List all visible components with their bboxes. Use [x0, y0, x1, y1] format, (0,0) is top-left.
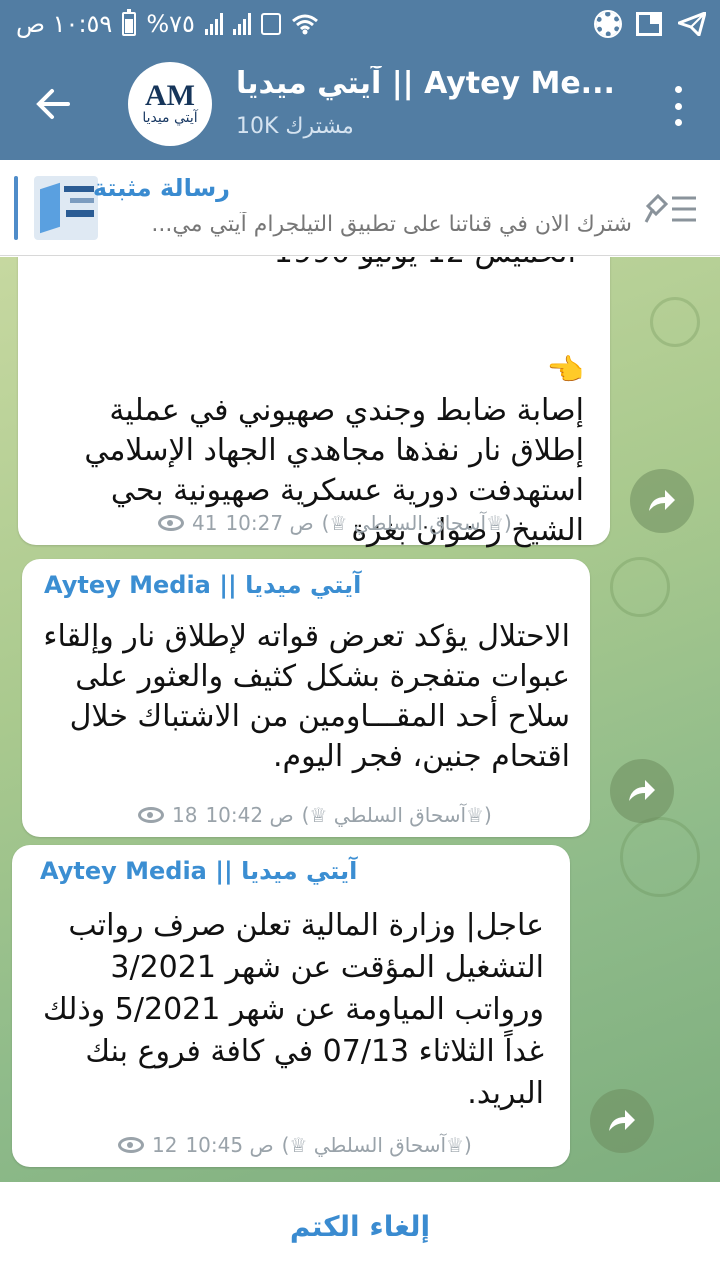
avatar-logo-text: AM [145, 79, 195, 112]
view-count: 18 [172, 803, 198, 827]
more-options-icon[interactable] [672, 86, 684, 126]
pinned-title: رسالة مثبتة [92, 174, 230, 202]
forward-button[interactable] [590, 1089, 654, 1153]
pinned-thumbnail [34, 176, 98, 240]
message-sender: Aytey Media || آيتي ميديا [44, 571, 362, 599]
message-sender: Aytey Media || آيتي ميديا [40, 857, 358, 885]
views-eye-icon [138, 807, 164, 823]
message-time: 10:27 ص [225, 511, 314, 535]
pointing-hand-emoji: 👈 [546, 353, 584, 388]
channel-title[interactable]: آيتي ميديا || Aytey Me... [236, 66, 616, 101]
pinned-list-icon[interactable] [644, 192, 700, 226]
back-arrow-icon[interactable] [28, 78, 80, 130]
view-count: 12 [152, 1133, 178, 1157]
forward-button[interactable] [610, 759, 674, 823]
forward-arrow-icon [629, 780, 655, 801]
gear-icon [594, 10, 622, 38]
message-text: عاجل| وزارة المالية تعلن صرف رواتب التشغ… [42, 908, 544, 1111]
views-eye-icon [158, 515, 184, 531]
forward-button[interactable] [630, 469, 694, 533]
message-bubble[interactable]: Aytey Media || آيتي ميديا عاجل| وزارة ال… [12, 845, 570, 1167]
message-bubble[interactable]: Aytey Media || آيتي ميديا الاحتلال يؤكد … [22, 559, 590, 837]
message-bubble[interactable]: الخميس 12 يوليو 1990 👈 إصابة ضابط وجندي … [18, 257, 610, 548]
message-meta: 12 10:45 ص (♕آسحاق السلطي ♕) [118, 1133, 472, 1157]
forward-arrow-icon [609, 1110, 635, 1131]
clock: ١٠:٥٩ ص [16, 10, 113, 38]
status-right [594, 10, 706, 38]
unmute-button[interactable]: إلغاء الكتم [0, 1210, 720, 1243]
message-meta: 41 10:27 ص (♕آسحاق السلطي ♕) [158, 511, 512, 535]
message-time: 10:42 ص [205, 803, 294, 827]
channel-title-text: آيتي ميديا || Aytey Me... [236, 66, 615, 101]
author-signature: (♕آسحاق السلطي ♕) [321, 511, 512, 535]
pinned-message-bar[interactable]: رسالة مثبتة شترك الان في قناتنا على تطبي… [0, 160, 720, 256]
pinned-text: شترك الان في قناتنا على تطبيق التيلجرام … [151, 212, 632, 237]
author-signature: (♕آسحاق السلطي ♕) [301, 803, 492, 827]
status-bar: ١٠:٥٩ ص %٧٥ [0, 0, 720, 48]
message-partial-top: الخميس 12 يوليو 1990 [36, 257, 576, 273]
views-eye-icon [118, 1137, 144, 1153]
channel-avatar[interactable]: AM آيتي ميديا [128, 62, 212, 146]
background-doodle [620, 817, 700, 897]
signal-icon [204, 13, 223, 35]
bottom-bar: إلغاء الكتم [0, 1182, 720, 1280]
sim-icon [260, 13, 281, 35]
view-count: 41 [192, 511, 218, 535]
pinned-accent-line [14, 176, 18, 240]
telegram-icon [678, 12, 706, 36]
message-text: الاحتلال يؤكد تعرض قواته لإطلاق نار وإلق… [43, 619, 570, 774]
signal-icon [232, 13, 251, 35]
background-doodle [610, 557, 670, 617]
subscriber-count: 10K مشترك [236, 114, 354, 139]
forward-arrow-icon [649, 490, 675, 511]
channel-header: AM آيتي ميديا آيتي ميديا || Aytey Me... … [0, 48, 720, 160]
chat-background: الخميس 12 يوليو 1990 👈 إصابة ضابط وجندي … [0, 257, 720, 1182]
avatar-sub-text: آيتي ميديا [142, 110, 198, 126]
wifi-icon [291, 14, 318, 35]
status-left: ١٠:٥٩ ص %٧٥ [16, 9, 319, 38]
flipboard-icon [636, 12, 662, 36]
battery-icon [122, 9, 137, 36]
message-meta: 18 10:42 ص (♕آسحاق السلطي ♕) [138, 803, 492, 827]
message-time: 10:45 ص [185, 1133, 274, 1157]
background-doodle [650, 297, 700, 347]
battery-percent: %٧٥ [146, 10, 195, 38]
author-signature: (♕آسحاق السلطي ♕) [281, 1133, 472, 1157]
